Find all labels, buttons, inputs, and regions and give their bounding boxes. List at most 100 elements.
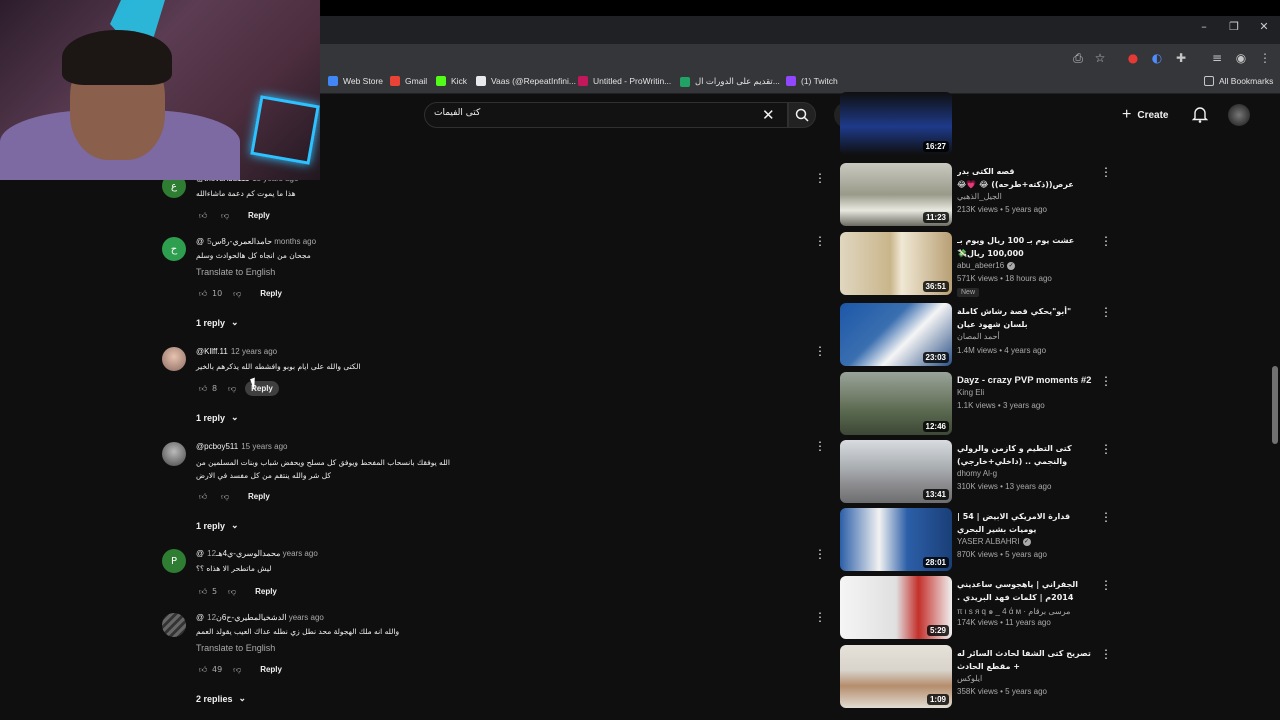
extension-blue-icon[interactable]: ◐: [1148, 49, 1166, 67]
like-icon[interactable]: 👍︎: [196, 209, 210, 223]
reply-button[interactable]: Reply: [254, 286, 288, 301]
video-card[interactable]: 11:23 قصه الكتى بدر عرص((ذكته+طرحه)) 😂 💗…: [840, 163, 1112, 227]
comment-menu-icon[interactable]: ⋮: [814, 440, 826, 452]
translate-link[interactable]: Translate to English: [196, 643, 275, 653]
video-title[interactable]: قصه الكتى بدر عرص((ذكته+طرحه)) 😂 💗😂: [957, 165, 1097, 191]
video-card[interactable]: 5:29 الجفراني | ياهجوسي ساعديني 2014م | …: [840, 576, 1112, 640]
restore-icon[interactable]: ❐: [1222, 20, 1246, 33]
video-card[interactable]: 23:03 "أبو"يحكي قصة رشاش كاملة بلسان شهو…: [840, 303, 1112, 367]
comment-menu-icon[interactable]: ⋮: [814, 345, 826, 357]
minimize-icon[interactable]: –: [1192, 20, 1216, 33]
page-scrollbar-thumb[interactable]: [1272, 366, 1278, 444]
dislike-icon[interactable]: 👎︎: [230, 663, 244, 677]
dislike-icon[interactable]: 👎︎: [225, 585, 239, 599]
avatar[interactable]: P: [162, 549, 186, 573]
bookmark-gmail[interactable]: Gmail: [390, 76, 427, 86]
bookmark-web-store[interactable]: Web Store: [328, 76, 383, 86]
video-thumbnail[interactable]: 36:51: [840, 232, 952, 295]
video-thumbnail[interactable]: 1:09: [840, 645, 952, 708]
like-icon[interactable]: 👍︎: [196, 287, 210, 301]
like-icon[interactable]: 👍︎: [196, 382, 210, 396]
video-title[interactable]: الجفراني | ياهجوسي ساعديني 2014م | كلمات…: [957, 578, 1097, 604]
bookmark-star-icon[interactable]: ☆: [1091, 49, 1109, 67]
video-title[interactable]: "أبو"يحكي قصة رشاش كاملة بلسان شهود عيان…: [957, 305, 1097, 331]
comment-menu-icon[interactable]: ⋮: [814, 235, 826, 247]
dislike-icon[interactable]: 👎︎: [218, 209, 232, 223]
comment-time[interactable]: 12 years ago: [231, 347, 277, 356]
browser-menu-icon[interactable]: ⋮: [1256, 49, 1274, 67]
media-control-icon[interactable]: ≡: [1208, 49, 1226, 67]
avatar[interactable]: ح: [162, 237, 186, 261]
video-channel[interactable]: YASER ALBAHRI ✓: [957, 537, 1031, 546]
like-icon[interactable]: 👍︎: [196, 490, 210, 504]
video-title[interactable]: تصريح كتى الشفا لحادث السائر له + مقطع ا…: [957, 647, 1097, 673]
extensions-puzzle-icon[interactable]: ✚: [1172, 49, 1190, 67]
reply-button[interactable]: Reply: [254, 662, 288, 677]
video-card[interactable]: 36:51 عشت يوم بـ 100 ريال ويوم بـ 100,00…: [840, 232, 1112, 297]
video-channel[interactable]: abu_abeer16 ✓: [957, 261, 1016, 270]
view-replies-button[interactable]: 1 reply ⌄: [196, 317, 239, 328]
comment-author[interactable]: @Kllff.11: [196, 347, 228, 356]
avatar[interactable]: [162, 442, 186, 466]
clear-search-icon[interactable]: ✕: [762, 106, 775, 124]
dislike-icon[interactable]: 👎︎: [225, 382, 239, 396]
video-menu-icon[interactable]: ⋮: [1100, 442, 1112, 456]
video-menu-icon[interactable]: ⋮: [1100, 305, 1112, 319]
reply-button[interactable]: Reply: [245, 381, 279, 396]
bookmark-x[interactable]: Vaas (@RepeatInfini...: [476, 76, 576, 86]
comment-author[interactable]: @pcboy511: [196, 442, 238, 451]
video-card[interactable]: 16:27: [840, 92, 1110, 156]
video-menu-icon[interactable]: ⋮: [1100, 510, 1112, 524]
all-bookmarks[interactable]: All Bookmarks: [1204, 76, 1273, 86]
profile-icon[interactable]: ◉: [1232, 49, 1250, 67]
video-thumbnail[interactable]: 23:03: [840, 303, 952, 366]
create-button[interactable]: + Create: [1122, 104, 1168, 126]
reply-button[interactable]: Reply: [249, 584, 283, 599]
reply-button[interactable]: Reply: [242, 208, 276, 223]
video-channel[interactable]: π ι s я q ๑ _ 4 ά м · مرسى برقام: [957, 605, 1070, 618]
video-menu-icon[interactable]: ⋮: [1100, 165, 1112, 179]
video-channel[interactable]: ايلوكس: [957, 674, 982, 683]
reply-button[interactable]: Reply: [242, 489, 276, 504]
video-title[interactable]: Dayz - crazy PVP moments #2: [957, 374, 1097, 387]
video-thumbnail[interactable]: 11:23: [840, 163, 952, 226]
search-input[interactable]: [434, 108, 754, 118]
account-avatar[interactable]: [1228, 104, 1250, 126]
view-replies-button[interactable]: 2 replies ⌄: [196, 693, 246, 704]
comment-menu-icon[interactable]: ⋮: [814, 172, 826, 184]
video-channel[interactable]: الجيل_الذهبي: [957, 192, 1002, 201]
video-title[interactable]: قدارة الامريكي الابيض | 54 | يوميات بشير…: [957, 510, 1097, 536]
bookmark-prowriting[interactable]: Untitled - ProWritin...: [578, 76, 671, 86]
video-card[interactable]: 1:09 تصريح كتى الشفا لحادث السائر له + م…: [840, 645, 1112, 709]
video-title[interactable]: كتى التطيم و كازمن والرولي والنجمي .. (د…: [957, 442, 1097, 468]
dislike-icon[interactable]: 👎︎: [218, 490, 232, 504]
search-button[interactable]: [788, 102, 816, 128]
video-menu-icon[interactable]: ⋮: [1100, 234, 1112, 248]
install-app-icon[interactable]: ⎙: [1069, 49, 1087, 67]
view-replies-button[interactable]: 1 reply ⌄: [196, 412, 239, 423]
video-channel[interactable]: dhomy Al-g: [957, 469, 997, 478]
notifications-bell-icon[interactable]: [1192, 106, 1208, 123]
avatar[interactable]: [162, 347, 186, 371]
video-menu-icon[interactable]: ⋮: [1100, 647, 1112, 661]
video-card[interactable]: 28:01 قدارة الامريكي الابيض | 54 | يوميا…: [840, 508, 1112, 572]
video-card[interactable]: 13:41 كتى التطيم و كازمن والرولي والنجمي…: [840, 440, 1112, 504]
comment-menu-icon[interactable]: ⋮: [814, 548, 826, 560]
like-icon[interactable]: 👍︎: [196, 585, 210, 599]
video-channel[interactable]: King Eli: [957, 388, 984, 397]
extension-red-icon[interactable]: ●: [1124, 49, 1142, 67]
video-thumbnail[interactable]: 13:41: [840, 440, 952, 503]
video-thumbnail[interactable]: 12:46: [840, 372, 952, 435]
video-card[interactable]: 12:46 Dayz - crazy PVP moments #2 King E…: [840, 372, 1112, 436]
translate-link[interactable]: Translate to English: [196, 267, 275, 277]
avatar[interactable]: [162, 613, 186, 637]
video-menu-icon[interactable]: ⋮: [1100, 578, 1112, 592]
comment-menu-icon[interactable]: ⋮: [814, 611, 826, 623]
like-icon[interactable]: 👍︎: [196, 663, 210, 677]
video-thumbnail[interactable]: 28:01: [840, 508, 952, 571]
bookmark-twitch[interactable]: (1) Twitch: [786, 76, 838, 86]
bookmark-courses[interactable]: تقديم على الدورات ال...: [680, 76, 780, 87]
video-title[interactable]: عشت يوم بـ 100 ريال ويوم بـ 100,000 ريال…: [957, 234, 1097, 260]
bookmark-kick[interactable]: Kick: [436, 76, 467, 86]
comment-time[interactable]: 15 years ago: [241, 442, 287, 451]
